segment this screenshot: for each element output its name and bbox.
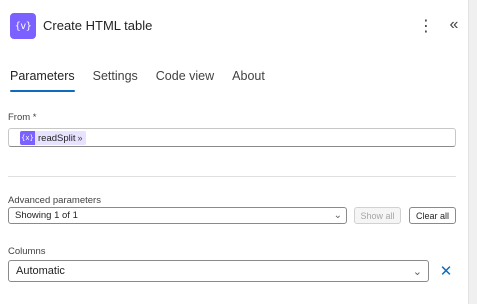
panel-scrollbar-rail[interactable] xyxy=(468,0,477,304)
panel-title[interactable]: Create HTML table xyxy=(43,18,152,33)
advanced-parameters-dropdown[interactable]: Showing 1 of 1 ⌄ xyxy=(8,207,347,224)
columns-value: Automatic xyxy=(16,265,65,277)
more-vertical-icon: ⋮ xyxy=(418,18,434,35)
columns-dropdown[interactable]: Automatic ⌄ xyxy=(8,260,429,282)
variable-token-icon: {x} xyxy=(20,131,35,145)
from-input[interactable]: {x} readSplit » xyxy=(8,128,456,147)
tab-list: Parameters Settings Code view About xyxy=(10,66,283,94)
chevron-down-icon: ⌄ xyxy=(412,266,422,278)
collapse-panel-button[interactable]: « xyxy=(445,15,463,35)
remove-parameter-button[interactable]: ✕ xyxy=(437,261,455,281)
tab-settings[interactable]: Settings xyxy=(93,66,138,90)
token-expand-icon[interactable]: » xyxy=(78,133,83,143)
from-label: From * xyxy=(8,112,37,123)
clear-all-button[interactable]: Clear all xyxy=(409,207,456,224)
section-divider xyxy=(8,176,456,177)
token-icon-glyph: {x} xyxy=(21,134,34,142)
action-details-panel: {v} Create HTML table ⋮ « Parameters Set… xyxy=(0,0,468,304)
advanced-parameters-label: Advanced parameters xyxy=(8,195,101,206)
tab-parameters[interactable]: Parameters xyxy=(10,66,75,92)
dynamic-content-token[interactable]: {x} readSplit » xyxy=(20,131,86,145)
token-label: readSplit xyxy=(38,132,76,144)
chevron-down-icon: ⌄ xyxy=(333,210,342,221)
panel-header: {v} Create HTML table ⋮ « xyxy=(0,0,468,52)
close-icon: ✕ xyxy=(439,263,453,280)
columns-label: Columns xyxy=(8,246,46,257)
action-icon-glyph: {v} xyxy=(14,20,32,32)
advanced-parameters-value: Showing 1 of 1 xyxy=(15,210,78,221)
more-options-button[interactable]: ⋮ xyxy=(418,17,434,35)
show-all-button[interactable]: Show all xyxy=(354,207,401,224)
double-chevron-left-icon: « xyxy=(449,16,459,33)
variable-action-icon: {v} xyxy=(10,13,36,39)
tab-code-view[interactable]: Code view xyxy=(156,66,214,90)
tab-about[interactable]: About xyxy=(232,66,265,90)
